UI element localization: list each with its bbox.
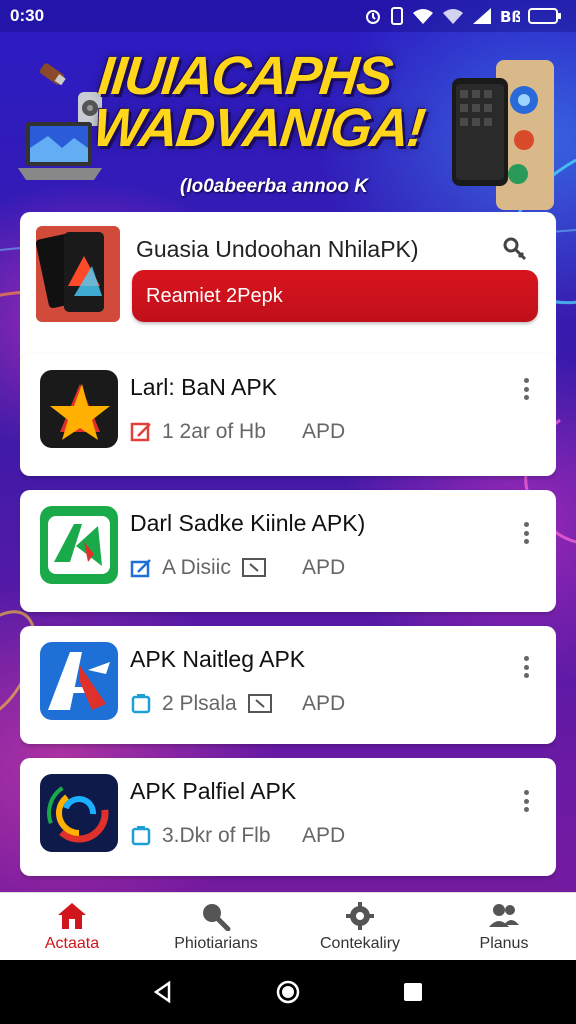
recents-button[interactable]	[393, 972, 433, 1012]
nav-item-search[interactable]: Phiotiarians	[144, 893, 288, 960]
bottom-navigation: Actaata Phiotiarians Contekaliry Planus	[0, 892, 576, 960]
app-meta: 3.Dkr of Flb	[130, 824, 271, 848]
status-time: 0:30	[10, 6, 45, 25]
battery-icon	[528, 8, 561, 24]
status-bar: 0:30 Bß	[0, 0, 576, 32]
download-icon	[131, 694, 151, 714]
gear-icon	[346, 901, 374, 930]
app-name: APK Palfiel APK	[130, 778, 297, 804]
nav-item-people[interactable]: Planus	[432, 893, 576, 960]
status-icons: Bß	[364, 7, 562, 25]
app-list-item[interactable]: APK Naitleg APK 2 Plsala APD	[20, 626, 556, 744]
app-list-item[interactable]: APK Palfiel APK 3.Dkr of Flb APD	[20, 758, 556, 876]
nav-item-settings[interactable]: Contekaliry	[288, 893, 432, 960]
app-tag: APD	[302, 556, 346, 579]
back-button[interactable]	[143, 972, 183, 1012]
download-icon	[130, 559, 151, 578]
banner-title-line2: WADVANIGA!	[90, 98, 427, 158]
app-tag: APD	[302, 824, 346, 847]
more-options-button[interactable]	[516, 786, 536, 816]
nav-label: Planus	[479, 934, 529, 952]
app-meta: 1 2ar of Hb	[130, 420, 266, 444]
download-icon	[130, 422, 151, 442]
nav-label: Actaata	[44, 934, 100, 952]
more-options-button[interactable]	[516, 652, 536, 682]
app-meta-text: 1 2ar of Hb	[162, 420, 266, 443]
app-meta: A Disiic	[130, 556, 267, 580]
more-options-button[interactable]	[516, 518, 536, 548]
signal-icon	[473, 8, 491, 24]
vibrate-icon	[391, 7, 403, 25]
app-icon-star	[40, 370, 118, 448]
back-icon	[153, 980, 170, 1004]
alarm-icon	[366, 10, 380, 24]
featured-thumbnail	[36, 226, 120, 322]
featured-action-button[interactable]: Reamiet 2Pepk	[132, 270, 538, 322]
app-meta: 2 Plsala	[130, 692, 273, 716]
home-circle-icon	[276, 980, 300, 1004]
app-list-item[interactable]: Larl: BaN APK 1 2ar of Hb APD	[20, 354, 556, 476]
featured-title: Guasia Undoohan NhilaPK)	[136, 236, 419, 262]
nav-label: Phiotiarians	[174, 934, 258, 952]
app-icon-blue	[40, 642, 118, 720]
app-name: APK Naitleg APK	[130, 646, 306, 672]
app-tag: APD	[302, 692, 346, 715]
system-navigation-bar	[0, 960, 576, 1024]
screen-icon	[241, 558, 266, 577]
app-tag: APD	[302, 420, 346, 443]
nav-item-home[interactable]: Actaata	[0, 893, 144, 960]
home-button[interactable]	[268, 972, 308, 1012]
recents-icon	[404, 983, 423, 1001]
banner-title: IIUIACAPHS WADVANIGA!	[90, 46, 502, 158]
wifi-icon	[413, 9, 433, 24]
app-meta-text: A Disiic	[162, 556, 231, 579]
app-meta-text: 3.Dkr of Flb	[162, 824, 271, 847]
app-name: Larl: BaN APK	[130, 374, 278, 400]
app-list-item[interactable]: Darl Sadke Kiinle APK) A Disiic APD	[20, 490, 556, 612]
home-icon	[58, 902, 86, 929]
usb-drive-icon	[39, 63, 66, 86]
svg-text:Bß: Bß	[500, 8, 520, 25]
people-icon	[489, 903, 519, 927]
data-icon: Bß	[500, 8, 520, 25]
app-name: Darl Sadke Kiinle APK)	[130, 510, 366, 536]
search-icon	[203, 903, 231, 931]
more-options-button[interactable]	[516, 374, 536, 404]
laptop-icon	[18, 122, 102, 180]
app-icon-green	[40, 506, 118, 584]
app-meta-text: 2 Plsala	[162, 692, 237, 715]
screen-icon	[247, 694, 272, 713]
wifi-2-icon	[443, 9, 463, 24]
download-icon	[131, 826, 151, 846]
app-list: Guasia Undoohan NhilaPK) Reamiet 2Pepk L…	[20, 212, 556, 892]
search-icon	[503, 237, 527, 261]
banner-title-line1: IIUIACAPHS	[95, 46, 394, 106]
promo-banner[interactable]: IIUIACAPHS WADVANIGA! (Io0abeerba annoo …	[0, 32, 576, 212]
smartphone-device-icon	[452, 60, 554, 210]
banner-subtitle: (Io0abeerba annoo K	[180, 176, 368, 197]
nav-label: Contekaliry	[319, 934, 401, 952]
search-button[interactable]	[498, 232, 532, 266]
app-icon-swirl	[40, 774, 118, 852]
